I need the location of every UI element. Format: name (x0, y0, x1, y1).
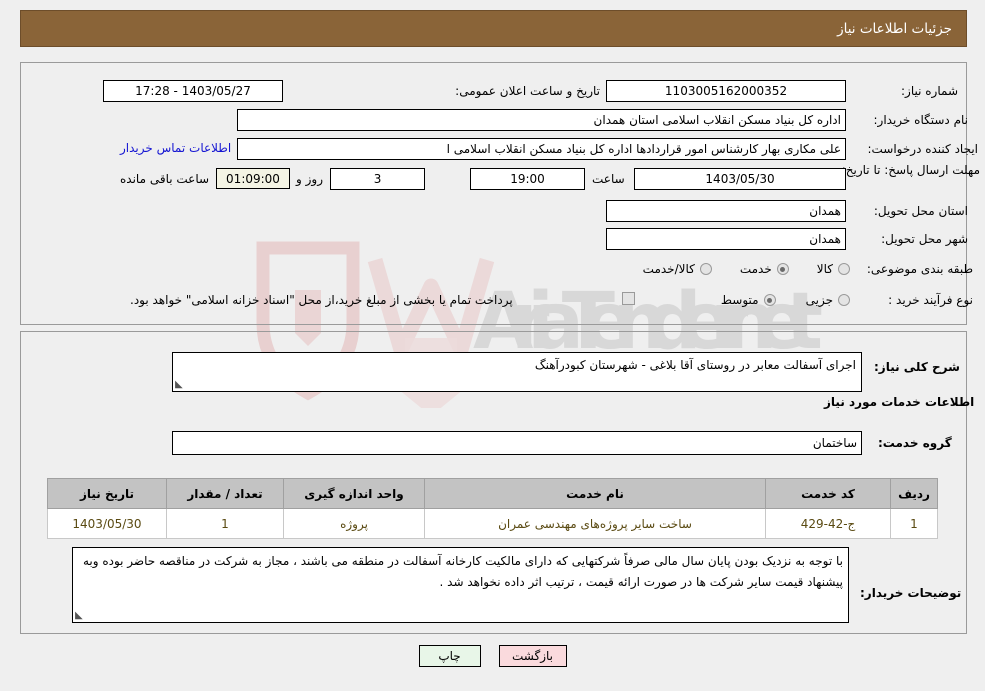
deadline-hour-field[interactable]: 19:00 (470, 168, 585, 190)
deadline-hour-label: ساعت (592, 172, 625, 186)
services-table: ردیف کد خدمت نام خدمت واحد اندازه گیری ت… (47, 478, 938, 539)
buyer-org-label-wrap: نام دستگاه خریدار: (858, 109, 969, 131)
cell-quantity: 1 (166, 508, 284, 539)
category-option-label: کالا (816, 262, 833, 276)
province-field[interactable]: همدان (606, 200, 846, 222)
buyer-org-field[interactable]: اداره کل بنیاد مسکن انقلاب اسلامی استان … (237, 109, 846, 131)
category-option-label: خدمت (739, 262, 772, 276)
announce-datetime-label: تاریخ و ساعت اعلان عمومی: (455, 83, 600, 98)
radio-circle-icon[interactable] (776, 263, 789, 275)
deadline-date-field[interactable]: 1403/05/30 (634, 168, 846, 190)
process-option-label: جزیی (805, 293, 833, 307)
process-option-label: متوسط (720, 293, 759, 307)
need-number-label-wrap: شماره نیاز: (858, 80, 958, 102)
countdown-label: ساعت باقی مانده (120, 172, 210, 186)
province-label-wrap: استان محل تحویل: (858, 200, 968, 222)
services-info-title: اطلاعات خدمات مورد نیاز (824, 395, 975, 409)
table-header-row: ردیف کد خدمت نام خدمت واحد اندازه گیری ت… (47, 478, 938, 509)
process-radio-jozii[interactable]: جزیی (806, 293, 850, 307)
requester-label: ایجاد کننده درخواست: (867, 141, 978, 156)
col-need-date: تاریخ نیاز (47, 478, 167, 509)
service-group-label: گروه خدمت: (878, 436, 952, 450)
buyer-notes-label: توضیحات خریدار: (860, 586, 962, 600)
general-desc-textarea[interactable]: اجرای آسفالت معابر در روستای آقا بلاغی -… (172, 352, 862, 392)
action-buttons: بازگشت چاپ (0, 645, 985, 667)
requester-label-wrap: ایجاد کننده درخواست: (858, 138, 978, 160)
col-quantity: تعداد / مقدار (166, 478, 284, 509)
process-radio-motevaset[interactable]: متوسط (721, 293, 776, 307)
service-group-field[interactable]: ساختمان (172, 431, 862, 455)
requester-field[interactable]: علی مکاری بهار کارشناس امور قراردادها اد… (237, 138, 846, 160)
category-radio-khedmat[interactable]: خدمت (740, 262, 789, 276)
treasury-checkbox[interactable] (622, 292, 635, 305)
buyer-contact-link[interactable]: اطلاعات تماس خریدار (120, 141, 231, 155)
process-label-wrap: نوع فرآیند خرید : (858, 289, 973, 311)
category-radio-kala-khedmat[interactable]: کالا/خدمت (643, 262, 712, 276)
radio-circle-icon[interactable] (699, 263, 712, 275)
general-desc-label: شرح کلی نیاز: (874, 360, 960, 374)
col-unit: واحد اندازه گیری (283, 478, 425, 509)
services-table-wrap: ردیف کد خدمت نام خدمت واحد اندازه گیری ت… (47, 478, 938, 539)
category-option-label: کالا/خدمت (642, 262, 695, 276)
radio-circle-icon[interactable] (763, 294, 776, 306)
table-row: 1 ج-42-429 ساخت سایر پروژه‌های مهندسی عم… (47, 508, 938, 539)
buyer-notes-textarea[interactable]: با توجه به نزدیک بودن پایان سال مالی صرف… (72, 547, 849, 623)
radio-circle-icon[interactable] (838, 263, 850, 275)
cell-name: ساخت سایر پروژه‌های مهندسی عمران (424, 508, 766, 539)
countdown-field: 01:09:00 (216, 168, 290, 189)
page-title: جزئیات اطلاعات نیاز (837, 20, 952, 37)
buyer-org-label: نام دستگاه خریدار: (873, 112, 969, 127)
announce-datetime-field[interactable]: 1403/05/27 - 17:28 (103, 80, 283, 102)
city-field[interactable]: همدان (606, 228, 846, 250)
province-label: استان محل تحویل: (873, 203, 968, 218)
buyer-notes-value: با توجه به نزدیک بودن پایان سال مالی صرف… (82, 554, 843, 589)
cell-unit: پروژه (283, 508, 425, 539)
page-root: AriaTender.net جزئیات اطلاعات نیاز شماره… (0, 0, 985, 691)
city-label: شهر محل تحویل: (881, 231, 968, 246)
col-index: ردیف (890, 478, 938, 509)
deadline-label-wrap: مهلت ارسال پاسخ: تا تاریخ: (841, 163, 980, 197)
category-label: طبقه بندی موضوعی: (866, 261, 973, 276)
col-name: نام خدمت (424, 478, 766, 509)
cell-index: 1 (890, 508, 938, 539)
days-label: روز و (296, 172, 323, 186)
process-radio-group: جزیی متوسط (668, 289, 850, 311)
need-number-label: شماره نیاز: (901, 83, 958, 98)
resize-grip-icon[interactable]: ◢ (175, 379, 185, 390)
need-number-field[interactable]: 1103005162000352 (606, 80, 846, 102)
general-desc-value: اجرای آسفالت معابر در روستای آقا بلاغی -… (534, 358, 856, 372)
back-button[interactable]: بازگشت (498, 645, 567, 667)
announce-datetime-label-wrap: تاریخ و ساعت اعلان عمومی: (455, 80, 600, 102)
col-code: کد خدمت (765, 478, 891, 509)
page-header: جزئیات اطلاعات نیاز (20, 10, 967, 47)
cell-code: ج-42-429 (765, 508, 891, 539)
treasury-note: پرداخت تمام یا بخشی از مبلغ خرید،از محل … (130, 293, 513, 307)
category-radio-kala[interactable]: کالا (817, 262, 850, 276)
cell-need-date: 1403/05/30 (47, 508, 167, 539)
days-remaining-field[interactable]: 3 (330, 168, 425, 190)
print-button[interactable]: چاپ (418, 645, 481, 667)
process-label: نوع فرآیند خرید : (888, 292, 973, 307)
city-label-wrap: شهر محل تحویل: (858, 228, 968, 250)
deadline-label: مهلت ارسال پاسخ: تا تاریخ: (841, 163, 980, 177)
radio-circle-icon[interactable] (838, 294, 850, 306)
category-radio-group: کالا خدمت کالا/خدمت (560, 258, 850, 280)
category-label-wrap: طبقه بندی موضوعی: (858, 258, 973, 280)
resize-grip-icon[interactable]: ◢ (75, 610, 85, 621)
